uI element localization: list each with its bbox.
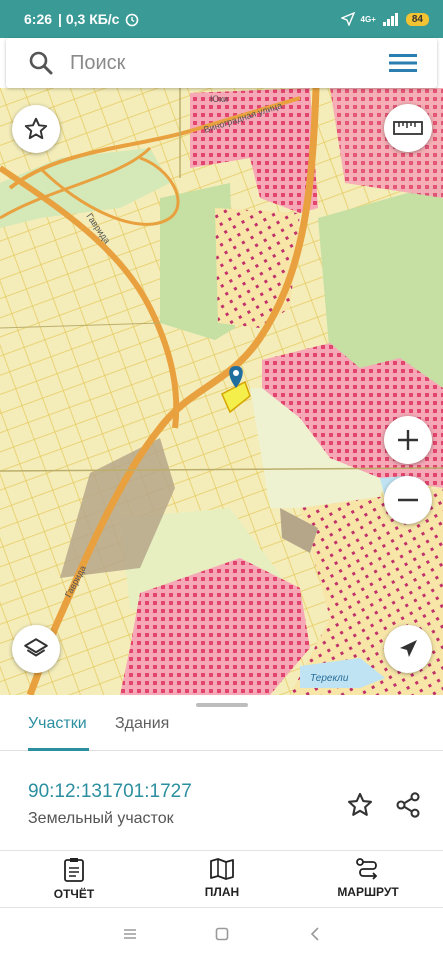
status-bar: 6:26 | 0,3 КБ/с 4G+ 84: [0, 0, 443, 38]
map-plan-icon: [210, 858, 234, 880]
map-view[interactable]: Виноградная улица Юки Гаврида Гаврида Те…: [0, 88, 443, 695]
plan-label: ПЛАН: [204, 885, 240, 899]
tab-parcels[interactable]: Участки: [28, 715, 87, 733]
navigation-arrow-icon: [400, 640, 417, 657]
plus-icon: [398, 430, 418, 450]
network-type: 4G+: [360, 14, 376, 24]
status-speed: | 0,3 КБ/с: [58, 11, 120, 27]
home-icon[interactable]: [215, 927, 229, 941]
layers-button[interactable]: [12, 625, 60, 673]
report-label: ОТЧЁТ: [53, 887, 95, 901]
parcel-type: Земельный участок: [28, 810, 174, 827]
recent-apps-icon[interactable]: [123, 927, 137, 941]
status-time: 6:26: [24, 11, 53, 27]
back-icon[interactable]: [308, 927, 322, 941]
plan-button[interactable]: ПЛАН: [172, 857, 272, 899]
my-location-button[interactable]: [384, 625, 432, 673]
active-tab-indicator: [28, 748, 89, 751]
battery-indicator: 84: [405, 12, 429, 26]
search-icon[interactable]: [28, 50, 54, 76]
cadastral-number[interactable]: 90:12:131701:1727: [28, 781, 192, 803]
zoom-in-button[interactable]: [384, 416, 432, 464]
signal-icon: [382, 13, 398, 26]
location-arrow-icon: [340, 12, 355, 26]
ruler-button[interactable]: [384, 104, 432, 152]
menu-icon[interactable]: [389, 52, 417, 74]
parcel-info[interactable]: 90:12:131701:1727 Земельный участок: [28, 781, 192, 828]
layers-icon: [24, 638, 48, 657]
favorite-parcel-icon[interactable]: [346, 791, 374, 819]
system-navigation-bar: [0, 908, 443, 960]
route-icon: [356, 858, 378, 880]
sheet-tabs: Участки Здания: [0, 705, 443, 751]
favorite-button[interactable]: [12, 105, 60, 153]
map-label-street-short: Юки: [210, 94, 228, 104]
map-canvas[interactable]: Виноградная улица Юки Гаврида Гаврида Те…: [0, 88, 443, 695]
route-button[interactable]: МАРШРУТ: [318, 857, 418, 899]
report-button[interactable]: ОТЧЁТ: [24, 857, 124, 901]
search-input[interactable]: Поиск: [70, 52, 389, 75]
bottom-sheet[interactable]: Участки Здания 90:12:131701:1727 Земельн…: [0, 695, 443, 960]
report-icon: [64, 858, 84, 882]
alarm-icon: [126, 13, 139, 27]
tab-buildings[interactable]: Здания: [115, 715, 169, 733]
ruler-icon: [393, 121, 423, 135]
star-icon: [24, 117, 48, 140]
minus-icon: [398, 498, 418, 502]
search-bar[interactable]: Поиск: [6, 38, 437, 88]
route-label: МАРШРУТ: [337, 885, 399, 899]
action-bar: ОТЧЁТ ПЛАН МАРШРУТ: [0, 850, 443, 908]
zoom-out-button[interactable]: [384, 476, 432, 524]
share-icon[interactable]: [394, 791, 422, 819]
map-label-water: Терекли: [310, 673, 349, 684]
